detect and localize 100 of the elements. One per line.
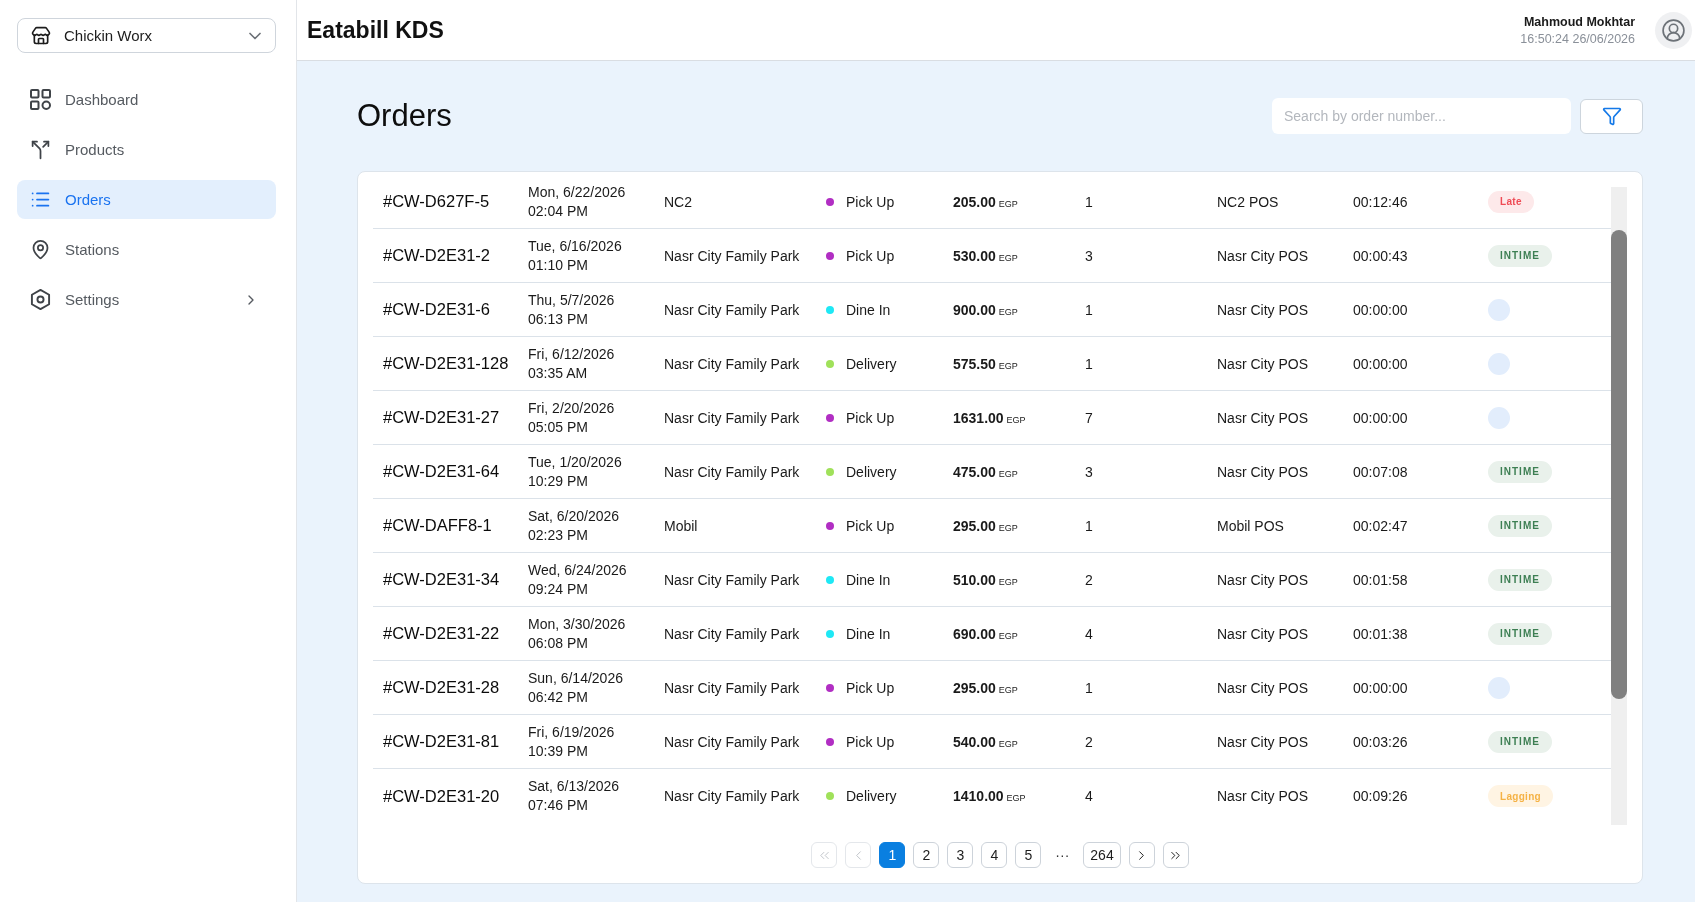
page-button[interactable]: 3: [947, 842, 974, 868]
order-date: Fri, 6/19/2026: [528, 722, 616, 742]
sidebar-item[interactable]: Settings: [17, 280, 276, 319]
currency-label: EGP: [998, 252, 1018, 263]
branch-name: NC2: [664, 193, 693, 210]
elapsed-time: 00:01:38: [1353, 625, 1409, 642]
order-amount: 530.00: [953, 247, 996, 264]
grid-icon: [30, 89, 51, 110]
item-count: 2: [1085, 733, 1094, 750]
search-field[interactable]: Search by order number...: [1272, 98, 1571, 134]
currency-label: EGP: [998, 738, 1018, 749]
next-page-button[interactable]: [1128, 842, 1155, 868]
order-type: Delivery: [846, 463, 898, 480]
order-amount: 205.00: [953, 193, 996, 210]
order-time: 05:05 PM: [528, 417, 589, 437]
item-count: 1: [1085, 355, 1094, 372]
status-badge: Lagging: [1488, 785, 1553, 807]
order-number: #CW-DAFF8-1: [383, 516, 493, 535]
settings-icon: [30, 289, 51, 310]
app-title: Eatabill KDS: [307, 16, 444, 44]
order-time: 07:46 PM: [528, 796, 589, 815]
order-date: Fri, 6/12/2026: [528, 344, 616, 364]
branch-name: Nasr City Family Park: [664, 409, 801, 426]
order-number: #CW-D627F-5: [383, 192, 491, 211]
elapsed-time: 00:00:00: [1353, 301, 1409, 318]
last-page-button[interactable]: [1162, 842, 1189, 868]
pos-name: Nasr City POS: [1217, 625, 1309, 642]
elapsed-time: 00:00:43: [1353, 247, 1409, 264]
order-number: #CW-D2E31-81: [383, 732, 501, 751]
order-type: Delivery: [846, 788, 898, 804]
order-type: Pick Up: [846, 679, 896, 696]
order-date: Mon, 3/30/2026: [528, 614, 627, 634]
filter-button[interactable]: [1580, 98, 1643, 134]
branch-name: Nasr City Family Park: [664, 788, 801, 804]
pos-name: Nasr City POS: [1217, 788, 1309, 804]
sidebar-item[interactable]: Orders: [17, 180, 276, 219]
currency-label: EGP: [1006, 793, 1026, 803]
pos-name: Nasr City POS: [1217, 733, 1309, 750]
currency-label: EGP: [998, 360, 1018, 371]
branch-name: Nasr City Family Park: [664, 625, 801, 642]
status-badge: INTIME: [1488, 730, 1552, 753]
order-date: Mon, 6/22/2026: [528, 182, 627, 202]
elapsed-time: 00:00:00: [1353, 355, 1409, 372]
pos-name: Nasr City POS: [1217, 247, 1309, 264]
order-date: Sun, 6/14/2026: [528, 668, 624, 688]
order-amount: 690.00: [953, 625, 996, 642]
pos-name: Nasr City POS: [1217, 301, 1309, 318]
item-count: 2: [1085, 571, 1094, 588]
order-amount: 510.00: [953, 571, 996, 588]
currency-label: EGP: [998, 684, 1018, 695]
order-type: Pick Up: [846, 733, 896, 750]
elapsed-time: 00:09:26: [1353, 788, 1409, 804]
page-button[interactable]: 2: [913, 842, 940, 868]
order-number: #CW-D2E31-64: [383, 462, 501, 481]
scrollbar-thumb[interactable]: [1611, 230, 1627, 699]
page-button[interactable]: 264: [1083, 842, 1121, 868]
avatar-button[interactable]: [1655, 11, 1692, 49]
order-number: #CW-D2E31-27: [383, 408, 501, 427]
order-time: 06:13 PM: [528, 309, 589, 329]
page-button[interactable]: 4: [981, 842, 1008, 868]
pos-name: Nasr City POS: [1217, 355, 1309, 372]
elapsed-time: 00:07:08: [1353, 463, 1409, 480]
order-time: 10:29 PM: [528, 471, 589, 491]
order-type: Pick Up: [846, 193, 896, 210]
pos-name: Nasr City POS: [1217, 409, 1309, 426]
branch-name: Nasr City Family Park: [664, 733, 801, 750]
item-count: 7: [1085, 409, 1094, 426]
sidebar-item[interactable]: Stations: [17, 230, 276, 269]
order-date: Wed, 6/24/2026: [528, 560, 628, 580]
order-time: 03:35 AM: [528, 363, 589, 383]
status-badge: INTIME: [1488, 514, 1552, 537]
order-date: Sat, 6/13/2026: [528, 777, 621, 796]
currency-label: EGP: [1006, 414, 1026, 425]
status-badge: INTIME: [1488, 460, 1552, 483]
currency-label: EGP: [998, 522, 1018, 533]
item-count: 4: [1085, 625, 1094, 642]
order-number: #CW-D2E31-2: [383, 246, 491, 265]
user-icon: [1661, 17, 1686, 43]
circle-icon: [1488, 352, 1510, 375]
order-number: #CW-D2E31-22: [383, 624, 501, 643]
elapsed-time: 00:01:58: [1353, 571, 1409, 588]
branch-name: Nasr City Family Park: [664, 679, 801, 696]
page-button[interactable]: 5: [1015, 842, 1042, 868]
branch-name: Nasr City Family Park: [664, 247, 801, 264]
order-number: #CW-D2E31-34: [383, 570, 501, 589]
store-select[interactable]: Chickin Worx: [17, 18, 276, 53]
order-amount: 295.00: [953, 679, 996, 696]
sidebar-item[interactable]: Products: [17, 130, 276, 169]
elapsed-time: 00:02:47: [1353, 517, 1409, 534]
order-amount: 540.00: [953, 733, 996, 750]
order-type: Pick Up: [846, 247, 896, 264]
sidebar-item[interactable]: Dashboard: [17, 80, 276, 119]
branch-name: Mobil: [664, 517, 699, 534]
order-date: Fri, 2/20/2026: [528, 398, 616, 418]
order-type: Delivery: [846, 355, 898, 372]
page-button[interactable]: 1: [879, 842, 906, 868]
pos-name: NC2 POS: [1217, 193, 1280, 210]
elapsed-time: 00:12:46: [1353, 193, 1409, 210]
circle-icon: [1488, 298, 1510, 321]
status-badge: INTIME: [1488, 568, 1552, 591]
